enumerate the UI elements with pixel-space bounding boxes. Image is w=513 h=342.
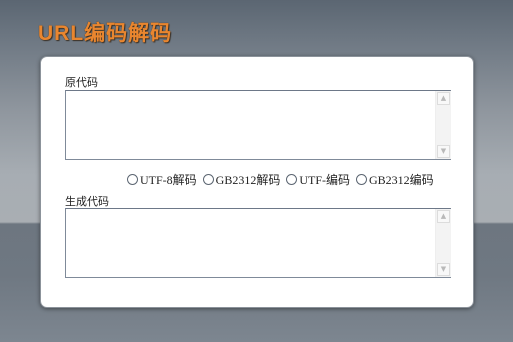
scroll-down-icon[interactable]: ▼ [437,263,450,276]
main-panel: 原代码 ▲ ▼ UTF-8解码 GB2312解码 UTF-编码 GB2312编码… [40,56,474,308]
option-label: UTF-8解码 [140,172,197,187]
option-gb2312-encode[interactable]: GB2312编码 [356,171,434,188]
option-gb2312-decode[interactable]: GB2312解码 [202,171,281,188]
encoding-options: UTF-8解码 GB2312解码 UTF-编码 GB2312编码 [127,171,434,187]
scroll-up-icon[interactable]: ▲ [437,92,450,105]
scroll-up-icon[interactable]: ▲ [437,210,450,223]
radio-circle-icon[interactable] [127,173,138,185]
result-code-textarea[interactable] [65,208,451,278]
option-utf-encode[interactable]: UTF-编码 [286,171,350,188]
result-scrollbar[interactable]: ▲ ▼ [435,209,451,277]
radio-circle-icon[interactable] [356,173,368,185]
option-label: GB2312解码 [215,172,281,187]
source-scrollbar[interactable]: ▲ ▼ [435,91,451,159]
option-utf8-decode[interactable]: UTF-8解码 [127,171,197,188]
scroll-down-icon[interactable]: ▼ [437,145,450,158]
source-code-textarea[interactable] [65,90,451,160]
option-label: GB2312编码 [369,172,434,187]
option-label: UTF-编码 [299,172,351,187]
result-code-label: 生成代码 [65,195,109,208]
source-code-label: 原代码 [65,76,98,89]
page-title: URL编码解码 [38,22,173,45]
radio-circle-icon[interactable] [202,173,214,185]
radio-circle-icon[interactable] [286,173,298,185]
